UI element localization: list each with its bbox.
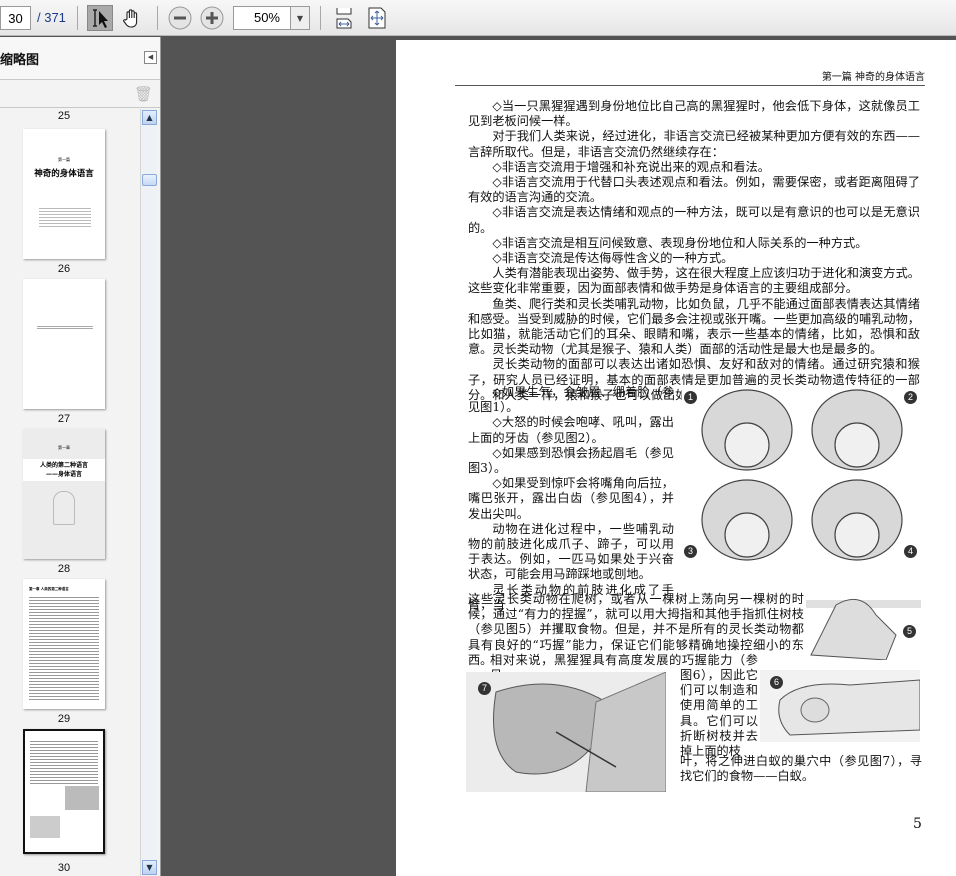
thumb-text [29,595,99,701]
fit-page-icon [368,7,386,29]
thumbnail-page-29[interactable]: 第一章 人类的第二种语言 [23,579,105,709]
figure-5-power-grip: 5 [806,585,921,661]
paragraph: 对于我们人类来说，经过进化，非语言交流已经被某种更加方便有效的东西——言辞所取代… [468,129,920,159]
paragraph: ◇大怒的时候会咆哮、吼叫，露出上面的牙齿（参见图2）。 [468,415,674,445]
figure-6-precision-grip: 6 [760,670,921,742]
separator [157,6,158,30]
chevron-down-icon: ▼ [146,863,153,872]
zoom-dropdown-button[interactable]: ▼ [290,6,310,30]
chimpanzee-faces-illustration [701,389,903,561]
collapse-panel-button[interactable]: ◀ [144,51,157,64]
thumb-title: 第一章 人类的第二种语言 [29,587,69,591]
minus-circle-icon [168,6,192,30]
chimp-termite-illustration [493,671,667,793]
paragraph: 人类有潜能表现出姿势、做手势，这在很大程度上应该归功于进化和演变方式。这些变化非… [468,266,920,296]
thumbnail-page-26[interactable]: 第一篇 神奇的身体语言 [23,129,105,259]
thumbnail-label[interactable]: 25 [0,110,128,122]
paragraph: ◇非语言交流用于增强和补充说出来的观点和看法。 [492,159,770,174]
fit-page-button[interactable] [364,5,390,31]
hand-grip-illustration [806,598,921,661]
thumb-text [39,207,91,227]
thumb-title: 神奇的身体语言 [34,169,94,179]
zoom-in-button[interactable] [199,5,225,31]
paragraph: ◇如果生气，会皱眉、绷着脸（参见图1）。 [468,385,674,415]
thumbnail-label[interactable]: 27 [0,413,128,425]
fit-width-icon [336,8,352,29]
thumbnail-label[interactable]: 29 [0,713,128,725]
toolbar: / 371 50% ▼ [0,0,956,36]
paragraph: 动物在进化过程中，一些哺乳动物的前肢进化成爪子、蹄子，可以用于表达。例如，一匹马… [468,521,674,582]
text-block: 叶，将之伸进白蚁的巢穴中（参见图7），寻找它们的食物——白蚁。 [680,754,922,784]
thumb-kicker: 第一篇 [58,157,70,162]
chimpanzee-faces-figure: 1 2 3 4 [682,385,922,565]
select-tool-button[interactable] [87,5,113,31]
thumbnail-label[interactable]: 26 [0,263,128,275]
page-number: 5 [913,816,922,832]
thumbnail-page-27[interactable] [23,279,105,409]
figure-number: 7 [478,682,491,695]
document-page: 第一篇 神奇的身体语言 ◇当一只黑猩猩遇到身份地位比自己高的黑猩猩时，他会低下身… [396,40,956,876]
paragraph: ◇非语言交流是表达情绪和观点的一种方法，既可以是有意识的也可以是无意识的。 [468,205,920,235]
fit-width-button[interactable] [331,5,357,31]
scrollbar-thumb[interactable] [142,174,157,186]
text-select-cursor-icon [93,9,108,28]
chevron-left-icon: ◀ [147,53,154,61]
zoom-out-button[interactable] [167,5,193,31]
text-block: ◇如果生气，会皱眉、绷着脸（参见图1）。 ◇大怒的时候会咆哮、吼叫，露出上面的牙… [468,385,674,613]
figure-number: 4 [904,545,917,558]
paragraph: ◇如果受到惊吓会将嘴角向后拉，嘴巴张开，露出白齿（参见图4），并发出尖叫。 [468,476,674,521]
thumbnail-label[interactable]: 28 [0,563,128,575]
running-head: 第一篇 神奇的身体语言 [455,68,925,86]
hand-tool-button[interactable] [119,5,145,31]
thumbnail-list: 25 第一篇 神奇的身体语言 26 27 第一章 人类的第二种语言 ——身体语言… [0,109,140,876]
page-total: / 371 [37,10,66,25]
thumb-illustration [53,491,75,525]
figure-number: 6 [770,676,783,689]
plus-circle-icon [200,6,224,30]
chimp-hand-illustration [778,679,921,736]
hand-icon [123,9,138,28]
trash-icon[interactable]: 🗑 [134,85,153,103]
paragraph: ◇非语言交流是相互问候致意、表现身份地位和人际关系的一种方式。 [492,235,868,250]
thumb-title: 人类的第二种语言 [39,462,88,469]
thumbnail-page-30[interactable] [23,729,105,854]
thumb-illustration [30,816,60,838]
thumb-subtitle: ——身体语言 [45,471,82,478]
figure-number: 2 [904,391,917,404]
thumbnail-scrollbar[interactable]: ▲ ▼ [140,109,157,876]
separator [77,6,78,30]
text-block: 图6），因此它们可以制造和使用简单的工具。它们可以折断树枝并去掉上面的枝 [680,668,758,759]
zoom-level-input[interactable]: 50% [233,6,291,30]
scroll-up-button[interactable]: ▲ [142,110,157,125]
figure-7-termite-fishing: 7 [466,671,667,793]
thumbnails-panel: 缩略图 ◀ 🗑 25 第一篇 神奇的身体语言 26 27 第一章 人类的第二种语… [0,37,161,876]
paragraph: ◇非语言交流是传达侮辱性含义的一种方式。 [492,251,734,266]
panel-title: 缩略图 [0,53,40,68]
paragraph: ◇当一只黑猩猩遇到身份地位比自己高的黑猩猩时，他会低下身体，这就像员工见到老板问… [468,99,920,129]
page-number-input[interactable] [0,6,31,30]
paragraph: ◇非语言交流用于代替口头表述观点和看法。例如，需要保密，或者距离阻碍了有效的语言… [468,175,920,205]
paragraph: 图6），因此它们可以制造和使用简单的工具。它们可以折断树枝并去掉上面的枝 [680,668,758,759]
thumb-kicker: 第一章 [58,445,70,450]
chevron-up-icon: ▲ [146,113,153,122]
paragraph: 鱼类、爬行类和灵长类哺乳动物，比如负鼠，几乎不能通过面部表情表达其情绪和感受。当… [468,296,920,357]
figure-number: 3 [684,545,697,558]
scroll-down-button[interactable]: ▼ [142,860,157,875]
separator [320,6,321,30]
thumb-illustration [65,786,99,810]
chevron-down-icon: ▼ [296,13,304,23]
thumbnail-label[interactable]: 30 [0,862,128,874]
figure-number: 1 [684,391,697,404]
thumb-text [30,739,98,784]
thumbnail-page-28[interactable]: 第一章 人类的第二种语言 ——身体语言 [23,429,105,559]
figure-number: 5 [903,625,916,638]
paragraph: 叶，将之伸进白蚁的巢穴中（参见图7），寻找它们的食物——白蚁。 [680,754,922,784]
text-block: ◇当一只黑猩猩遇到身份地位比自己高的黑猩猩时，他会低下身体，这就像员工见到老板问… [468,99,920,403]
thumb-text [37,325,93,329]
paragraph: ◇如果感到恐惧会扬起眉毛（参见图3）。 [468,445,674,476]
